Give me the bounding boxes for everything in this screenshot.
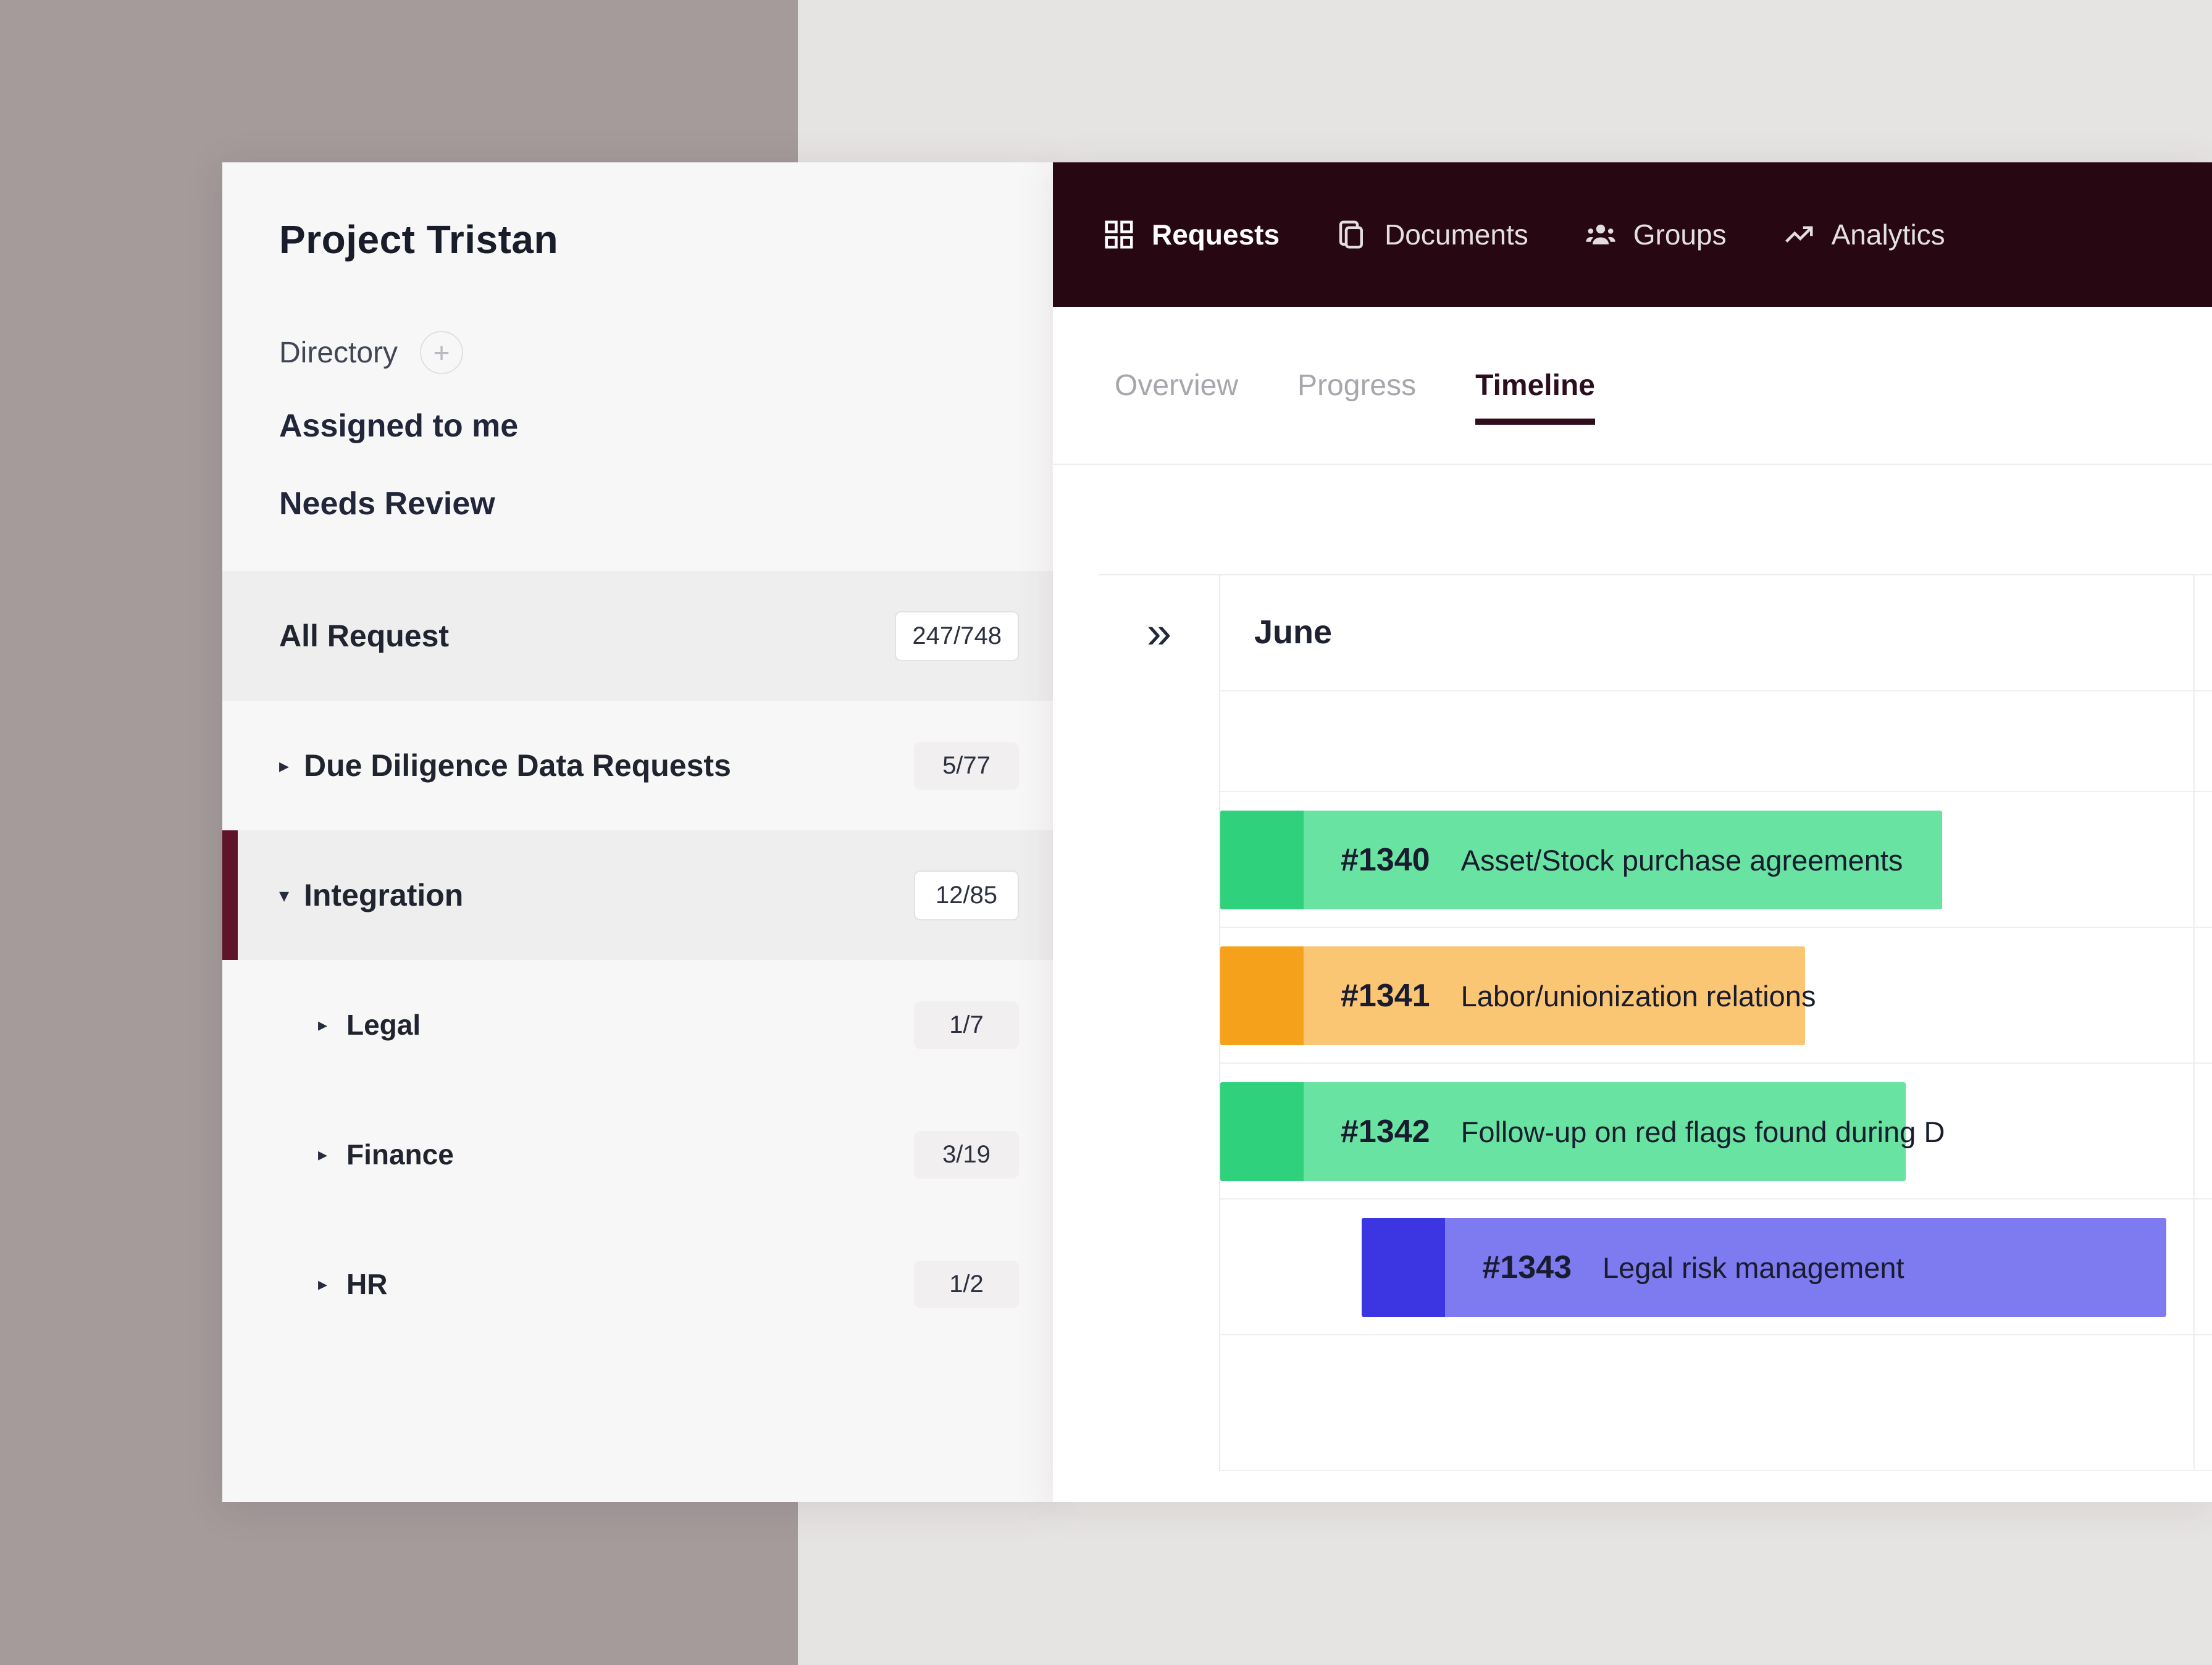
project-title: Project Tristan <box>279 217 558 262</box>
sidebar-request-row[interactable]: All Request 247/748 <box>222 571 1053 701</box>
gantt-bar[interactable]: #1341Labor/unionization relations <box>1220 946 1805 1045</box>
nav-item-documents[interactable]: Documents <box>1335 218 1528 251</box>
request-count-badge: 1/2 <box>914 1261 1019 1308</box>
bar-request-id: #1342 <box>1341 1113 1430 1150</box>
sidebar-request-row[interactable]: ▸ Due Diligence Data Requests 5/77 <box>222 701 1053 830</box>
trending-up-icon <box>1782 218 1816 251</box>
bar-progress-cap <box>1220 946 1304 1045</box>
bar-progress-cap <box>1220 1082 1304 1181</box>
directory-row: Directory + <box>279 329 463 376</box>
bar-request-title: Labor/unionization relations <box>1461 979 1816 1013</box>
request-count-badge: 12/85 <box>914 870 1019 920</box>
sidebar-request-list: All Request 247/748 ▸ Due Diligence Data… <box>222 571 1053 1349</box>
bar-request-id: #1341 <box>1341 977 1430 1014</box>
bar-request-title: Asset/Stock purchase agreements <box>1461 843 1903 877</box>
quick-links: Assigned to me Needs Review <box>279 387 518 543</box>
quick-link[interactable]: Assigned to me <box>279 387 518 465</box>
users-icon <box>1584 218 1617 251</box>
request-count-badge: 1/7 <box>914 1001 1019 1049</box>
plus-icon: + <box>434 338 450 367</box>
sidebar-row-label: Legal <box>346 1008 421 1041</box>
quick-link-label: Assigned to me <box>279 407 518 444</box>
timeline-collapse-column: » <box>1099 574 1220 1471</box>
bar-progress-cap <box>1220 811 1304 909</box>
nav-item-analytics[interactable]: Analytics <box>1782 218 1945 251</box>
caret-icon[interactable]: ▸ <box>318 1274 346 1295</box>
bar-label: #1340 Asset/Stock purchase agreements <box>1341 811 1903 909</box>
nav-item-requests[interactable]: Requests <box>1102 218 1280 251</box>
sidebar-request-row[interactable]: ▸ Finance 3/19 <box>222 1090 1053 1219</box>
app-root: { "colors": { "topbar_bg": "#270712", "a… <box>0 0 2212 1665</box>
tab-timeline[interactable]: Timeline <box>1475 369 1595 403</box>
sidebar-request-row[interactable]: ▾ Integration 12/85 <box>222 830 1053 960</box>
collapse-panel-icon[interactable]: » <box>1099 574 1219 691</box>
nav-label: Documents <box>1385 218 1528 251</box>
request-count-badge: 3/19 <box>914 1131 1019 1179</box>
quick-link-label: Needs Review <box>279 485 495 522</box>
nav-label: Requests <box>1152 218 1280 251</box>
sidebar: Project Tristan Directory + Assigned to … <box>222 162 1053 1502</box>
sidebar-row-label: HR <box>346 1267 387 1301</box>
nav-label: Analytics <box>1832 218 1945 251</box>
caret-icon[interactable]: ▾ <box>279 883 304 907</box>
bar-progress-cap <box>1362 1218 1445 1317</box>
bar-request-id: #1340 <box>1341 841 1430 878</box>
tab-bar: Overview Progress Timeline <box>1053 307 2212 465</box>
nav-item-groups[interactable]: Groups <box>1584 218 1727 251</box>
bar-request-id: #1343 <box>1482 1249 1572 1286</box>
caret-icon[interactable]: ▸ <box>318 1144 346 1166</box>
gantt-bar[interactable]: #1342Follow-up on red flags found during… <box>1220 1082 1906 1181</box>
timeline-month-header: June <box>1220 574 2212 691</box>
nav-label: Groups <box>1633 218 1727 251</box>
request-count-badge: 5/77 <box>914 742 1019 790</box>
caret-icon[interactable]: ▸ <box>318 1014 346 1036</box>
tab-overview[interactable]: Overview <box>1115 369 1238 403</box>
month-label: June <box>1254 613 1332 651</box>
timeline-right-gridline <box>2193 574 2195 1471</box>
bar-label: #1342 Follow-up on red flags found during… <box>1341 1082 1945 1181</box>
caret-icon[interactable]: ▸ <box>279 754 304 777</box>
gantt-bar[interactable]: #1343 Legal risk management <box>1362 1218 2166 1317</box>
sidebar-row-label: Finance <box>346 1138 454 1171</box>
directory-label: Directory <box>279 336 398 370</box>
quick-link[interactable]: Needs Review <box>279 465 518 543</box>
request-count-badge: 247/748 <box>895 611 1019 661</box>
grid-icon <box>1102 218 1136 251</box>
content-area: Overview Progress Timeline » June #1340 A… <box>1053 307 2212 1502</box>
bar-label: #1341 Labor/unionization relations <box>1341 946 1816 1045</box>
sidebar-request-row[interactable]: ▸ HR 1/2 <box>222 1219 1053 1349</box>
gantt-bar[interactable]: #1340 Asset/Stock purchase agreements <box>1220 811 1942 909</box>
sidebar-request-row[interactable]: ▸ Legal 1/7 <box>222 960 1053 1090</box>
bar-request-title: Follow-up on red flags found during D <box>1461 1115 1945 1149</box>
timeline-days-header <box>1220 691 2212 792</box>
top-navigation-bar: Requests Documents Groups Analytics <box>1053 162 2212 307</box>
bar-request-title: Legal risk management <box>1602 1251 1904 1285</box>
sidebar-row-label: All Request <box>279 618 449 654</box>
sidebar-row-label: Integration <box>304 877 463 913</box>
documents-icon <box>1335 218 1368 251</box>
sidebar-row-label: Due Diligence Data Requests <box>304 748 731 783</box>
tab-progress[interactable]: Progress <box>1297 369 1416 403</box>
main-panel: Requests Documents Groups Analytics <box>1053 162 2212 1502</box>
gantt-chart-body: #1340Asset/Stock purchase agreements#134… <box>1220 792 2212 1471</box>
add-directory-button[interactable]: + <box>420 331 463 374</box>
bar-label: #1343 Legal risk management <box>1482 1218 1904 1317</box>
